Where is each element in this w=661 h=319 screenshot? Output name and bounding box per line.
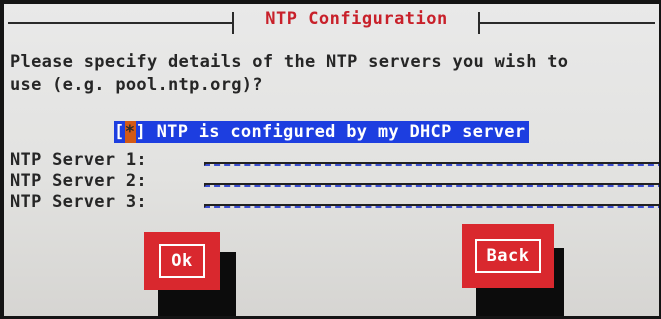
checkbox-mark[interactable]: *: [124, 121, 136, 143]
title-rule-left: [8, 22, 234, 24]
checkbox-label: NTP is configured by my DHCP server: [146, 122, 526, 142]
ok-button[interactable]: Ok: [144, 232, 220, 290]
ntp-server-input-2[interactable]: [204, 183, 659, 187]
ntp-server-row-2: NTP Server 2:: [10, 170, 659, 192]
checkbox-close-bracket: ]: [135, 122, 147, 142]
checkbox-open-bracket: [: [114, 122, 125, 142]
ntp-server-input-3[interactable]: [204, 204, 659, 208]
back-button-label: Back: [474, 239, 542, 273]
ntp-server-row-1: NTP Server 1:: [10, 149, 659, 171]
title-rule-right: [479, 22, 655, 24]
prompt-text: Please specify details of the NTP server…: [10, 52, 569, 95]
ntp-server-row-3: NTP Server 3:: [10, 191, 659, 213]
ntp-server-label-3: NTP Server 3:: [10, 192, 147, 212]
title-tick-left: [232, 12, 234, 34]
ok-button-label: Ok: [159, 244, 205, 278]
dialog-title: NTP Configuration: [265, 9, 448, 29]
ntp-server-input-1[interactable]: [204, 162, 659, 166]
dhcp-ntp-checkbox[interactable]: [*] NTP is configured by my DHCP server: [114, 121, 530, 143]
installer-screen: NTP Configuration Please specify details…: [4, 4, 659, 316]
ntp-server-label-2: NTP Server 2:: [10, 171, 147, 191]
ntp-server-label-1: NTP Server 1:: [10, 150, 147, 170]
back-button[interactable]: Back: [462, 224, 554, 288]
